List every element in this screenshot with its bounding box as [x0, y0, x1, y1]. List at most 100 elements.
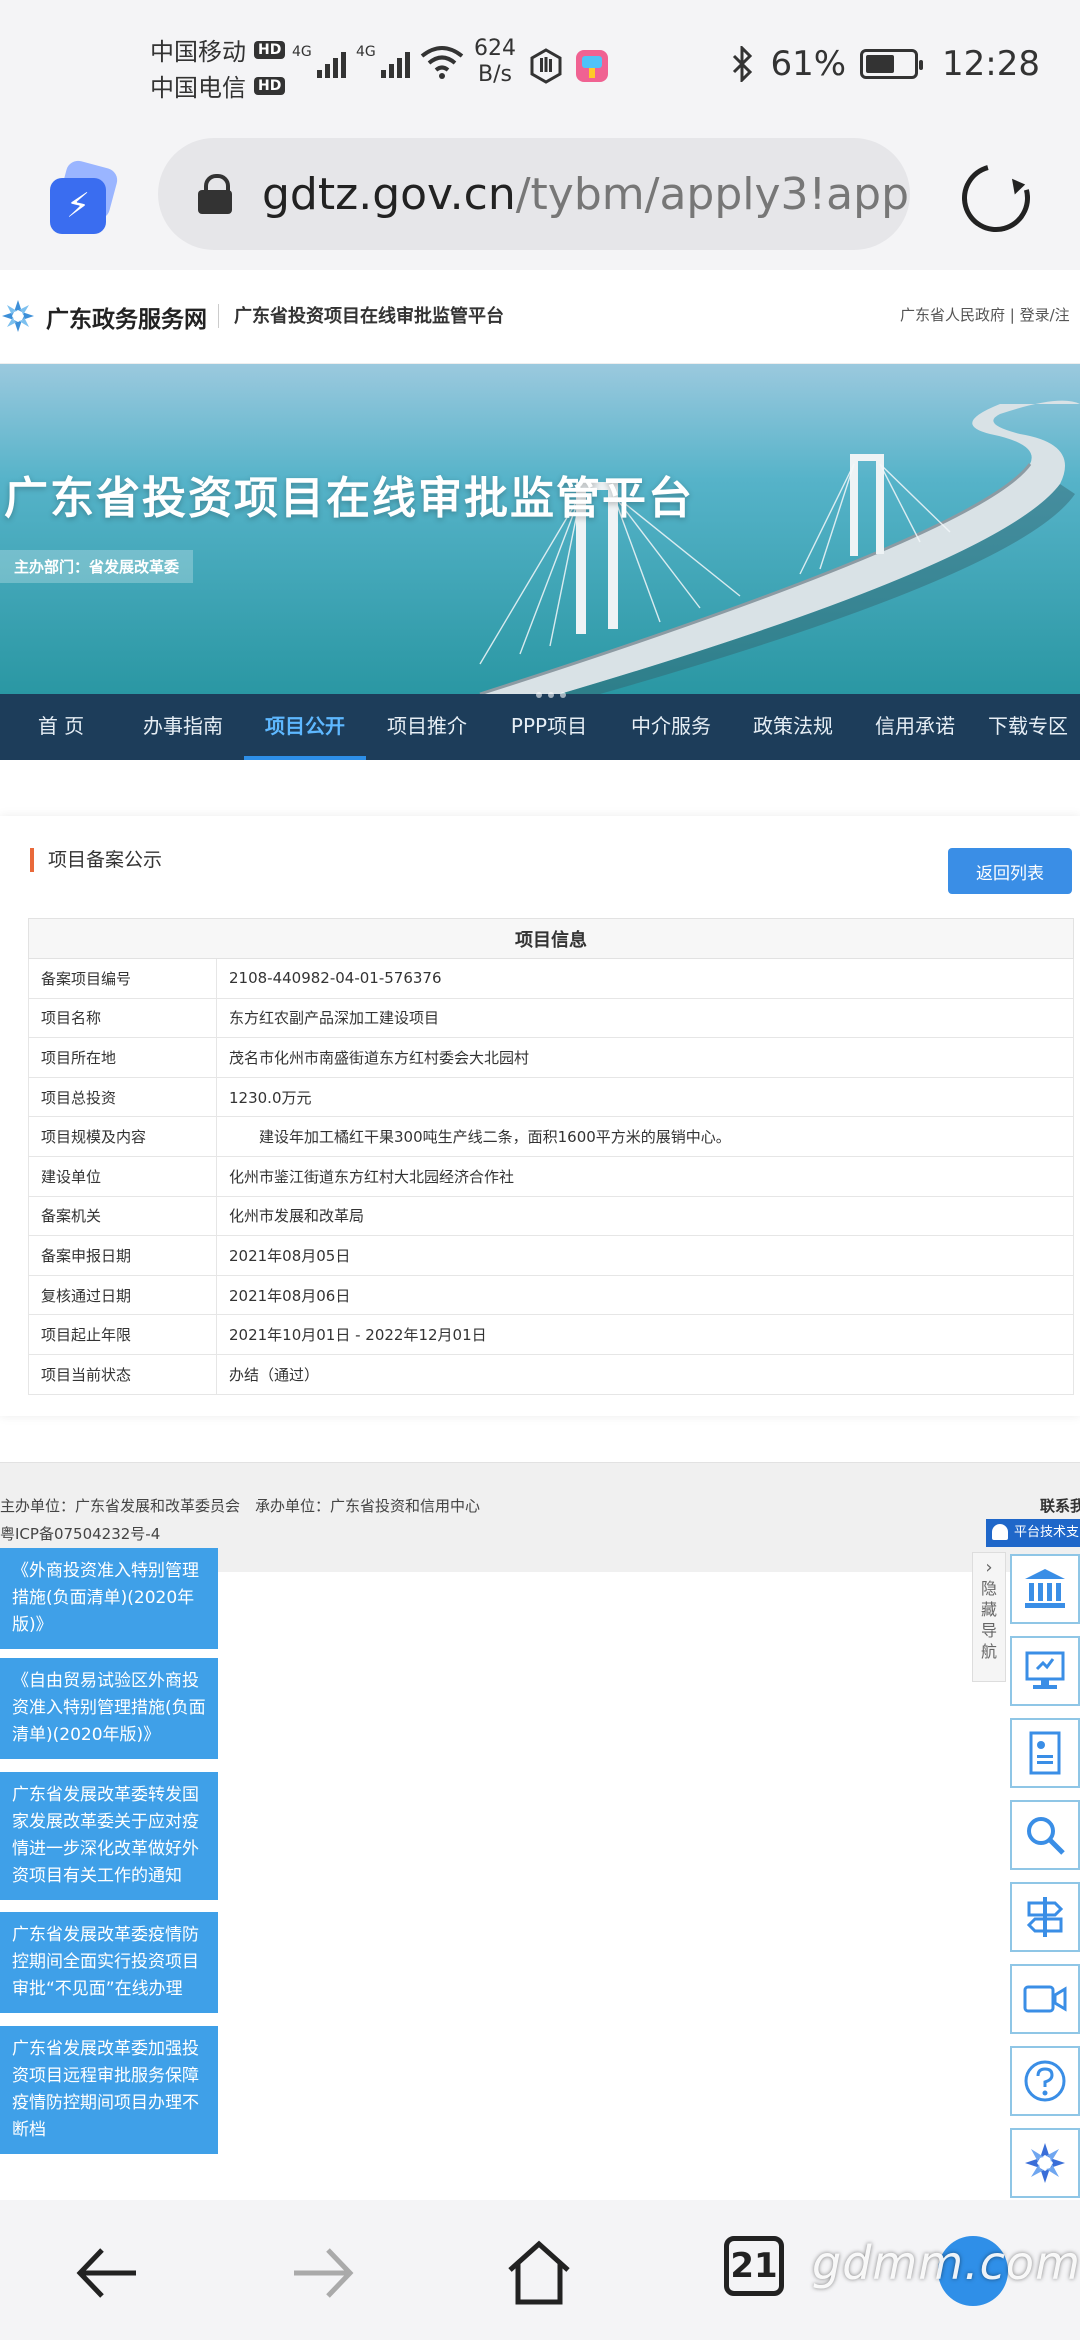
back-arrow-icon[interactable]	[72, 2238, 142, 2308]
row-key: 项目所在地	[28, 1037, 217, 1078]
net-type-2: 4G	[356, 44, 376, 60]
bolt-app-icon[interactable]: ⚡	[50, 158, 120, 236]
address-bar[interactable]: gdtz.gov.cn/tybm/apply3!app	[158, 138, 910, 250]
notice-link-3[interactable]: 广东省发展改革委疫情防控期间全面实行投资项目审批“不见面”在线办理	[0, 1912, 218, 2013]
page-gap	[0, 760, 1080, 816]
signpost-icon	[1026, 1897, 1064, 1937]
table-title: 项目信息	[28, 918, 1074, 959]
speed-unit: B/s	[478, 62, 512, 87]
table-row: 备案申报日期 2021年08月05日	[28, 1235, 1074, 1276]
carrier-2: 中国电信 HD	[150, 68, 286, 103]
platform-name: 广东省投资项目在线审批监管平台	[234, 306, 504, 327]
table-row: 项目总投资 1230.0万元	[28, 1076, 1074, 1118]
side-monitor-button[interactable]	[1010, 1636, 1080, 1706]
nav-item-4[interactable]: PPP项目	[488, 694, 610, 760]
side-search-button[interactable]	[1010, 1800, 1080, 1870]
row-key: 项目名称	[28, 997, 217, 1039]
side-help-button[interactable]	[1010, 2046, 1080, 2116]
row-key: 项目总投资	[28, 1076, 217, 1118]
footer-icp[interactable]: 粤ICP备07504232号-4	[0, 1523, 160, 1544]
url-path: /tybm/apply3!app	[515, 168, 910, 220]
chevron-right-icon: ›	[985, 1557, 993, 1578]
nav-item-0[interactable]: 首 页	[0, 694, 122, 760]
row-value: 化州市发展和改革局	[216, 1195, 1074, 1237]
gov-logo-icon[interactable]	[0, 298, 36, 334]
banner-sponsor: 主办部门：省发展改革委	[0, 550, 194, 583]
notice-link-2[interactable]: 广东省发展改革委转发国家发展改革委关于应对疫情进一步深化改革做好外资项目有关工作…	[0, 1772, 218, 1900]
row-value: 2021年08月06日	[216, 1274, 1074, 1316]
side-signpost-button[interactable]	[1010, 1882, 1080, 1952]
row-value: 2021年08月05日	[216, 1235, 1074, 1276]
side-document-button[interactable]	[1010, 1718, 1080, 1788]
document-icon	[1029, 1731, 1061, 1775]
side-bank-button[interactable]	[1010, 1554, 1080, 1624]
nav-item-5[interactable]: 中介服务	[610, 694, 732, 760]
side-logo-button[interactable]	[1010, 2128, 1080, 2198]
monitor-icon	[1025, 1651, 1065, 1689]
table-row: 项目规模及内容 建设年加工橘红干果300吨生产线二条，面积1600平方米的展销中心…	[28, 1116, 1074, 1157]
tech-support-badge[interactable]: 平台技术支	[986, 1519, 1080, 1547]
app-notification-icon	[576, 50, 608, 82]
carrier-1-label: 中国移动	[150, 38, 246, 66]
banner-title: 广东省投资项目在线审批监管平台	[4, 473, 694, 524]
home-icon[interactable]	[504, 2238, 574, 2308]
clock: 12:28	[942, 44, 1040, 84]
search-icon	[1027, 1817, 1065, 1855]
notice-link-1[interactable]: 《自由贸易试验区外商投资准入特别管理措施(负面清单)(2020年版)》	[0, 1658, 218, 1759]
side-video-button[interactable]	[1010, 1964, 1080, 2034]
url-text[interactable]: gdtz.gov.cn/tybm/apply3!app	[262, 169, 909, 220]
speed-value: 624	[474, 36, 516, 61]
row-value: 东方红农副产品深加工建设项目	[216, 997, 1074, 1039]
notice-link-4[interactable]: 广东省发展改革委加强投资项目远程审批服务保障疫情防控期间项目办理不断档	[0, 2026, 218, 2154]
main-nav: 首 页办事指南 项目公开 项目推介 PPP项目 中介服务 政策法规 信用承诺 下载专区	[0, 694, 1080, 760]
hero-banner: 广东省投资项目在线审批监管平台 主办部门：省发展改革委	[0, 364, 1080, 694]
bridge-image	[0, 364, 1080, 694]
tech-support-label: 平台技术支	[1014, 1525, 1080, 1540]
row-key: 备案申报日期	[28, 1235, 217, 1276]
header-right-links[interactable]: 广东省人民政府 | 登录/注	[900, 304, 1070, 325]
row-key: 项目规模及内容	[28, 1116, 217, 1157]
back-to-list-button[interactable]: 返回列表	[948, 848, 1072, 894]
site-header: 广东政务服务网 广东省投资项目在线审批监管平台 广东省人民政府 | 登录/注	[0, 270, 1080, 364]
row-value: 2021年10月01日 - 2022年12月01日	[216, 1314, 1074, 1355]
row-key: 项目起止年限	[28, 1314, 217, 1355]
carrier-2-label: 中国电信	[150, 74, 246, 102]
carousel-dots[interactable]	[536, 692, 566, 698]
nav-item-7[interactable]: 信用承诺	[854, 694, 976, 760]
nav-item-1[interactable]: 办事指南	[122, 694, 244, 760]
row-value: 1230.0万元	[216, 1076, 1074, 1118]
footer-contact[interactable]: 联系我	[1040, 1495, 1080, 1516]
table-row: 项目当前状态 办结（通过）	[28, 1353, 1074, 1395]
network-speed: 624 B/s	[474, 36, 516, 88]
signal-2-icon: 4G	[356, 44, 410, 78]
bell-icon	[992, 1524, 1008, 1540]
reload-icon[interactable]	[949, 151, 1043, 245]
header-divider	[218, 304, 219, 328]
net-type-1: 4G	[292, 44, 312, 60]
hide-nav-label: 隐藏导航	[980, 1579, 997, 1661]
nav-item-8[interactable]: 下载专区	[976, 694, 1080, 760]
nav-item-3[interactable]: 项目推介	[366, 694, 488, 760]
forward-arrow-icon[interactable]	[288, 2238, 358, 2308]
tab-count-button[interactable]: 21	[724, 2236, 784, 2296]
table-row: 建设单位 化州市鉴江街道东方红村大北园经济合作社	[28, 1155, 1074, 1197]
battery-fill	[866, 55, 895, 73]
lock-icon	[198, 174, 232, 214]
row-value: 茂名市化州市南盛街道东方红村委会大北园村	[216, 1037, 1074, 1078]
battery-icon	[860, 49, 924, 79]
battery-area: 61% 12:28	[730, 44, 1040, 84]
project-info-table: 项目信息 备案项目编号 2108-440982-04-01-576376 项目名称东…	[28, 918, 1074, 1395]
nav-item-6[interactable]: 政策法规	[732, 694, 854, 760]
site-name[interactable]: 广东政务服务网	[46, 300, 207, 334]
watermark: gdmm.com	[812, 2236, 1080, 2290]
row-value: 化州市鉴江街道东方红村大北园经济合作社	[216, 1155, 1074, 1197]
row-key: 建设单位	[28, 1155, 217, 1197]
hide-nav-toggle[interactable]: › 隐藏导航	[972, 1552, 1006, 1682]
nav-item-2[interactable]: 项目公开	[244, 694, 366, 760]
wifi-icon	[420, 46, 464, 79]
table-row: 项目起止年限 2021年10月01日 - 2022年12月01日	[28, 1314, 1074, 1355]
battery-percent: 61%	[770, 44, 847, 84]
footer-sponsors: 主办单位：广东省发展和改革委员会 承办单位：广东省投资和信用中心	[0, 1497, 481, 1515]
notice-link-0[interactable]: 《外商投资准入特别管理措施(负面清单)(2020年版)》	[0, 1548, 218, 1649]
bluetooth-icon	[733, 46, 753, 82]
